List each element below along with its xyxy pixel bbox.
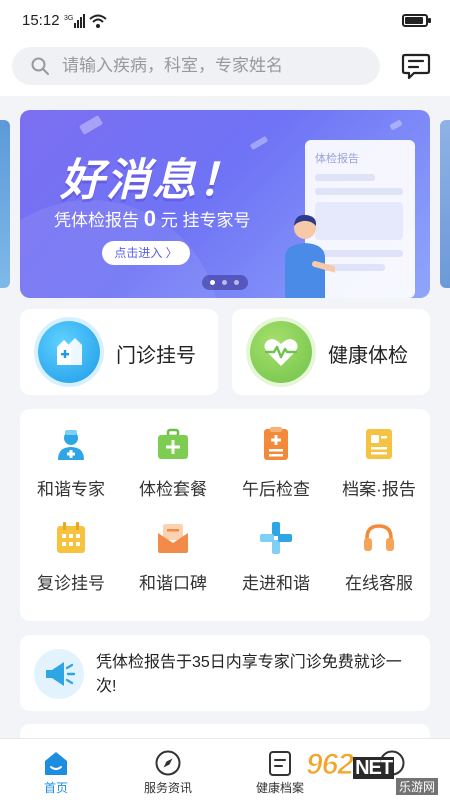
service-label: 档案·报告	[342, 480, 416, 499]
nav-service-news[interactable]: 服务资讯	[112, 739, 224, 800]
notice-card[interactable]: 凭体检报告于35日内享专家门诊免费就诊一次!	[20, 635, 430, 711]
megaphone-icon	[34, 649, 84, 699]
calendar-icon	[57, 522, 85, 553]
carousel-dot	[222, 280, 227, 285]
signal-wifi-icon: 3G	[64, 14, 107, 28]
banner-subtitle: 凭体检报告 0 元 挂专家号	[54, 206, 250, 232]
search-header	[0, 40, 450, 96]
home-icon	[45, 752, 67, 775]
service-about[interactable]: 走进和谐	[225, 507, 327, 597]
service-label: 复诊挂号	[37, 574, 105, 593]
doctor-illustration	[285, 214, 335, 298]
service-afternoon-check[interactable]: 午后检查	[225, 413, 327, 503]
nav-label: 首页	[43, 781, 68, 795]
watermark-subtitle: 乐游网	[395, 778, 438, 795]
banner-amount: 0	[143, 206, 156, 231]
clipboard-icon	[264, 427, 288, 460]
outpatient-registration-card[interactable]: 门诊挂号	[20, 309, 218, 395]
promo-banner[interactable]: 好消息！ 凭体检报告 0 元 挂专家号 点击进入 〉 体检报告	[20, 110, 430, 298]
message-icon[interactable]	[400, 50, 432, 82]
file-icon	[269, 751, 291, 776]
search-bar[interactable]	[12, 47, 380, 85]
service-label: 走进和谐	[242, 574, 310, 593]
banner-cta-button[interactable]: 点击进入 〉	[102, 241, 190, 265]
checkup-label: 健康体检	[328, 345, 408, 367]
health-checkup-card[interactable]: 健康体检	[232, 309, 430, 395]
notice-text: 凭体检报告于35日内享专家门诊免费就诊一次!	[96, 654, 402, 695]
banner-prev-slide[interactable]	[0, 120, 10, 288]
watermark-logo-suffix: NET	[353, 757, 395, 779]
report-title: 体检报告	[315, 153, 359, 165]
service-revisit[interactable]: 复诊挂号	[20, 507, 122, 597]
search-input[interactable]	[62, 55, 362, 77]
nav-home[interactable]: 首页	[0, 739, 112, 800]
banner-subtitle-suffix: 元 挂专家号	[160, 211, 251, 230]
carousel-dot	[234, 280, 239, 285]
watermark-logo-text: 962	[305, 748, 354, 782]
services-grid: 和谐专家 体检套餐 午后检查 档案·报告 复诊挂号 和谐口碑 走进和谐 在线客服	[20, 409, 430, 621]
watermark-logo: 962 NET 乐游网	[305, 746, 446, 795]
hospital-cross-icon	[260, 522, 292, 554]
nav-label: 服务资讯	[143, 781, 192, 795]
doctor-icon	[58, 430, 84, 460]
service-checkup-package[interactable]: 体检套餐	[122, 413, 224, 503]
service-label: 和谐口碑	[139, 574, 207, 593]
banner-title: 好消息！	[60, 156, 244, 205]
compass-icon	[155, 750, 181, 776]
service-label: 体检套餐	[139, 480, 207, 499]
service-reputation[interactable]: 和谐口碑	[122, 507, 224, 597]
mail-icon	[158, 524, 188, 553]
hospital-icon	[38, 321, 100, 383]
banner-subtitle-prefix: 凭体检报告	[54, 211, 139, 230]
battery-icon	[402, 14, 431, 27]
service-label: 和谐专家	[37, 480, 105, 499]
status-time: 15:12	[22, 12, 60, 29]
heartbeat-icon	[250, 321, 312, 383]
service-records-report[interactable]: 档案·报告	[328, 413, 430, 503]
headset-icon	[364, 524, 394, 551]
report-icon	[366, 429, 392, 459]
search-icon	[31, 57, 49, 75]
carousel-indicator	[202, 275, 248, 290]
banner-next-slide[interactable]	[440, 120, 450, 288]
service-expert[interactable]: 和谐专家	[20, 413, 122, 503]
service-label: 在线客服	[345, 574, 413, 593]
medical-kit-icon	[158, 428, 188, 459]
service-label: 午后检查	[242, 480, 310, 499]
carousel-dot	[210, 280, 215, 285]
outpatient-label: 门诊挂号	[116, 345, 196, 367]
status-bar: 15:12 3G	[0, 0, 450, 40]
service-online-support[interactable]: 在线客服	[328, 507, 430, 597]
network-type: 3G	[64, 15, 73, 22]
